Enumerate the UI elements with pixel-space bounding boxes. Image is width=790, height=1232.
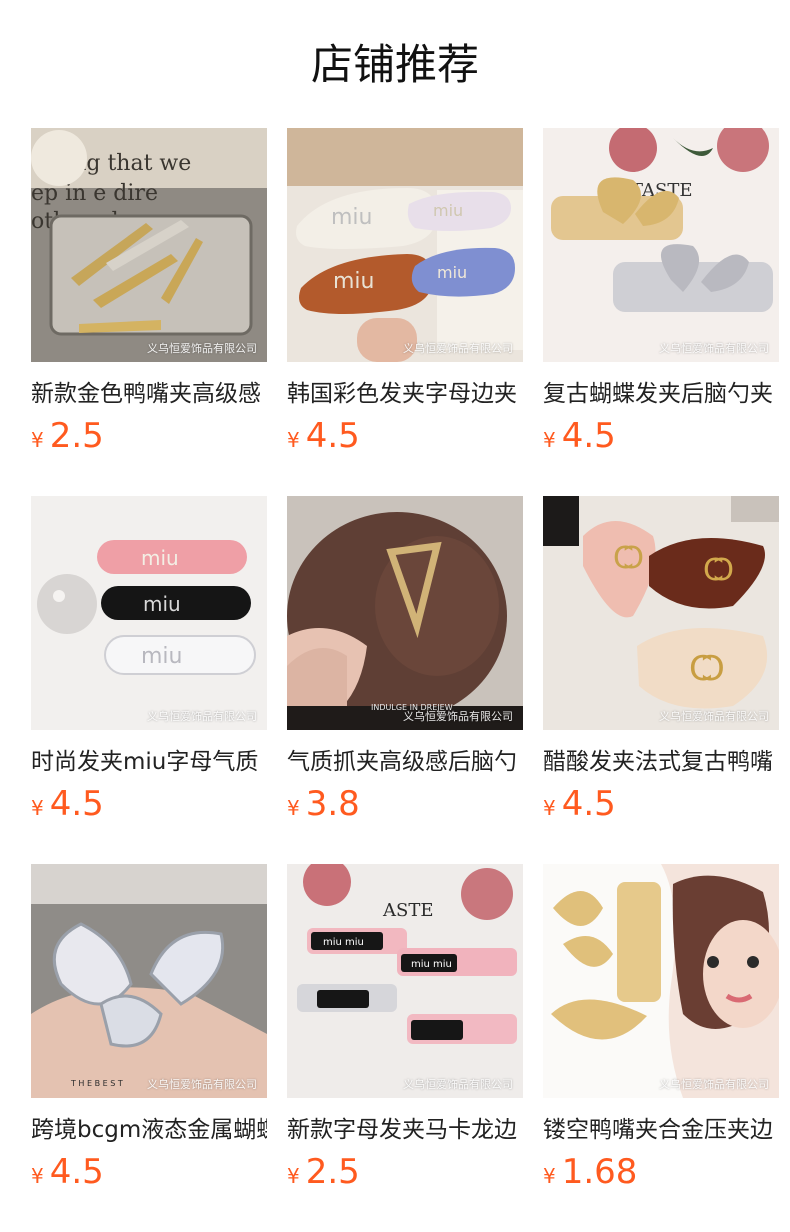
product-card[interactable]: 义乌恒爱饰品有限公司 镂空鸭嘴夹合金压夹边 ¥1.68 [543, 864, 779, 1232]
macaron-letter-clips-photo: ASTE miu miu miu miu [287, 864, 523, 1098]
svg-text:miu miu: miu miu [411, 959, 452, 970]
svg-text:Ɔ: Ɔ [713, 553, 734, 588]
svg-text:miu miu: miu miu [323, 937, 364, 948]
product-image[interactable]: ASTE miu miu miu miu 义乌恒爱饰品有限公司 [287, 864, 523, 1098]
svg-text:ASTE: ASTE [382, 900, 433, 921]
product-image[interactable]: miu miu miu miu 义乌恒爱饰品有限公司 [287, 128, 523, 362]
product-grid: hing that we ep in e dire othe sel 义乌恒爱饰… [31, 128, 779, 1232]
svg-text:T H E B E S T: T H E B E S T [70, 1079, 123, 1088]
page-title: 店铺推荐 [310, 40, 479, 89]
product-name[interactable]: 韩国彩色发夹字母边夹 [287, 378, 523, 410]
price-value: 2.5 [49, 416, 104, 456]
butterfly-clips-photo: TASTE [543, 128, 779, 362]
product-image[interactable]: INDULGE IN DREJEW 义乌恒爱饰品有限公司 [287, 496, 523, 730]
product-price: ¥1.68 [543, 1152, 779, 1192]
product-image[interactable]: miu miu miu 义乌恒爱饰品有限公司 [31, 496, 267, 730]
hollow-alloy-clips-photo [543, 864, 779, 1098]
svg-text:ep in e dire: ep in e dire [31, 181, 158, 206]
recommended-products-page: 店铺推荐 hing that we ep in e dire othe sel [0, 0, 790, 1232]
product-price: ¥4.5 [31, 784, 267, 824]
product-name[interactable]: 气质抓夹高级感后脑勺 [287, 746, 523, 778]
svg-text:miu: miu [331, 205, 373, 230]
product-card[interactable]: miu miu miu miu 义乌恒爱饰品有限公司 韩国彩色发夹字母边夹 ¥4… [287, 128, 523, 496]
acetate-clips-photo: Ϲ Ɔ Ϲ Ɔ Ϲ Ɔ [543, 496, 779, 730]
svg-text:miu: miu [333, 269, 375, 294]
liquid-metal-butterfly-photo: T H E B E S T [31, 864, 267, 1098]
currency-symbol: ¥ [31, 1164, 44, 1188]
price-value: 4.5 [561, 784, 616, 824]
price-value: 4.5 [305, 416, 360, 456]
price-value: 1.68 [561, 1152, 638, 1192]
product-image[interactable]: T H E B E S T 义乌恒爱饰品有限公司 [31, 864, 267, 1098]
svg-text:miu: miu [143, 592, 181, 616]
currency-symbol: ¥ [31, 796, 44, 820]
product-name[interactable]: 跨境bcgm液态金属蝴蝶 [31, 1114, 267, 1146]
product-name[interactable]: 镂空鸭嘴夹合金压夹边 [543, 1114, 779, 1146]
price-value: 3.8 [305, 784, 360, 824]
svg-text:Ɔ: Ɔ [623, 541, 644, 576]
miu-letter-clips-photo: miu miu miu [31, 496, 267, 730]
product-price: ¥4.5 [287, 416, 523, 456]
product-name[interactable]: 新款字母发夹马卡龙边 [287, 1114, 523, 1146]
svg-text:miu: miu [437, 263, 467, 282]
product-price: ¥4.5 [543, 784, 779, 824]
product-price: ¥4.5 [543, 416, 779, 456]
currency-symbol: ¥ [287, 796, 300, 820]
product-card[interactable]: hing that we ep in e dire othe sel 义乌恒爱饰… [31, 128, 267, 496]
svg-text:miu: miu [141, 644, 183, 669]
currency-symbol: ¥ [543, 796, 556, 820]
price-value: 4.5 [49, 1152, 104, 1192]
product-card[interactable]: ASTE miu miu miu miu 义乌恒爱饰品有限公司 新款字母发夹马卡… [287, 864, 523, 1232]
product-name[interactable]: 时尚发夹miu字母气质 [31, 746, 267, 778]
product-price: ¥4.5 [31, 1152, 267, 1192]
product-card[interactable]: TASTE 义乌恒爱饰品有限公司 复古蝴蝶发夹后脑勺夹 ¥4.5 [543, 128, 779, 496]
colorful-letter-clips-photo: miu miu miu miu [287, 128, 523, 362]
product-name[interactable]: 复古蝴蝶发夹后脑勺夹 [543, 378, 779, 410]
product-card[interactable]: INDULGE IN DREJEW 义乌恒爱饰品有限公司 气质抓夹高级感后脑勺 … [287, 496, 523, 864]
svg-text:Ɔ: Ɔ [701, 649, 725, 689]
currency-symbol: ¥ [287, 1164, 300, 1188]
product-image[interactable]: TASTE 义乌恒爱饰品有限公司 [543, 128, 779, 362]
product-price: ¥3.8 [287, 784, 523, 824]
gold-duckbill-clips-photo: hing that we ep in e dire othe sel [31, 128, 267, 362]
product-price: ¥2.5 [287, 1152, 523, 1192]
product-name[interactable]: 醋酸发夹法式复古鸭嘴 [543, 746, 779, 778]
product-image[interactable]: Ϲ Ɔ Ϲ Ɔ Ϲ Ɔ 义乌恒爱饰品有限公司 [543, 496, 779, 730]
currency-symbol: ¥ [287, 428, 300, 452]
product-name[interactable]: 新款金色鸭嘴夹高级感 [31, 378, 267, 410]
price-value: 4.5 [561, 416, 616, 456]
svg-text:miu: miu [141, 546, 179, 570]
product-image[interactable]: hing that we ep in e dire othe sel 义乌恒爱饰… [31, 128, 267, 362]
product-price: ¥2.5 [31, 416, 267, 456]
svg-text:miu: miu [433, 201, 463, 220]
product-image[interactable]: 义乌恒爱饰品有限公司 [543, 864, 779, 1098]
currency-symbol: ¥ [31, 428, 44, 452]
product-card[interactable]: miu miu miu 义乌恒爱饰品有限公司 时尚发夹miu字母气质 ¥4.5 [31, 496, 267, 864]
currency-symbol: ¥ [543, 428, 556, 452]
price-value: 2.5 [305, 1152, 360, 1192]
price-value: 4.5 [49, 784, 104, 824]
product-card[interactable]: T H E B E S T 义乌恒爱饰品有限公司 跨境bcgm液态金属蝴蝶 ¥4… [31, 864, 267, 1232]
triangle-claw-clip-photo: INDULGE IN DREJEW [287, 496, 523, 730]
product-card[interactable]: Ϲ Ɔ Ϲ Ɔ Ϲ Ɔ 义乌恒爱饰品有限公司 醋酸发夹法式复古鸭嘴 ¥4.5 [543, 496, 779, 864]
currency-symbol: ¥ [543, 1164, 556, 1188]
